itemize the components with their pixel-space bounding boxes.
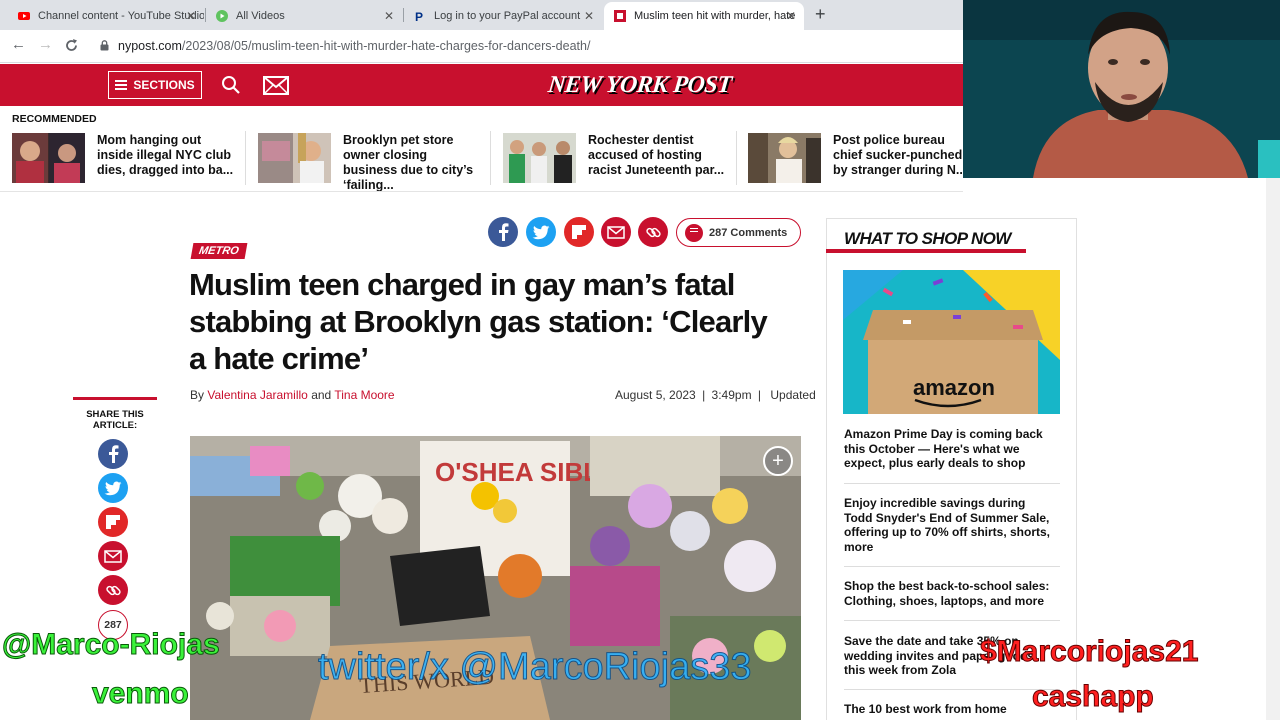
shop-link[interactable]: The 10 best work from home xyxy=(844,702,1054,717)
menu-icon xyxy=(115,80,128,90)
cashapp-handle-overlay: $Marcoriojas21 xyxy=(979,635,1199,669)
shop-title: WHAT TO SHOP NOW xyxy=(844,229,1011,248)
article-headline: Muslim teen charged in gay man’s fatal s… xyxy=(189,267,768,376)
recommended-headline: Post police bureau chief sucker-punched … xyxy=(833,133,967,177)
tab-title: Muslim teen hit with murder, hate xyxy=(634,10,796,22)
shop-link[interactable]: Enjoy incredible savings during Todd Sny… xyxy=(844,496,1054,554)
divider xyxy=(826,249,1026,253)
email-share-icon[interactable] xyxy=(601,217,631,247)
play-icon xyxy=(216,10,228,22)
dateline: August 5, 2023 | 3:49pm | Updated xyxy=(615,388,816,402)
recommended-item[interactable]: Rochester dentist accused of hosting rac… xyxy=(503,133,728,185)
sections-button[interactable]: SECTIONS xyxy=(108,71,202,99)
recommended-headline: Rochester dentist accused of hosting rac… xyxy=(588,133,725,177)
facebook-share-icon[interactable] xyxy=(488,217,518,247)
tab-nypost-article[interactable]: Muslim teen hit with murder, hate ✕ xyxy=(604,2,804,30)
divider xyxy=(844,620,1060,621)
divider xyxy=(73,397,157,400)
twitter-share-icon[interactable] xyxy=(526,217,556,247)
close-tab-icon[interactable]: ✕ xyxy=(786,9,796,23)
email-share-icon[interactable] xyxy=(98,541,128,571)
amazon-box-image: amazon xyxy=(843,270,1060,414)
newsletter-mail-icon[interactable] xyxy=(263,76,289,95)
page-scrollbar[interactable] xyxy=(1266,178,1280,720)
paypal-icon: P xyxy=(415,10,423,22)
byline-and: and xyxy=(311,388,332,402)
tab-title: Log in to your PayPal account xyxy=(434,10,581,22)
nypost-logo[interactable]: NEW YORK POST xyxy=(547,72,733,99)
comments-count-label: 287 Comments xyxy=(709,226,788,239)
reload-icon[interactable] xyxy=(64,38,79,53)
flipboard-share-icon[interactable] xyxy=(564,217,594,247)
tab-youtube-studio[interactable]: Channel content - YouTube Studio ✕ xyxy=(8,2,204,30)
forward-icon[interactable]: → xyxy=(38,36,53,53)
recommended-headline: Mom hanging out inside illegal NYC club … xyxy=(97,133,234,177)
twitter-share-icon[interactable] xyxy=(98,473,128,503)
divider xyxy=(0,191,963,192)
tab-title: All Videos xyxy=(236,10,285,22)
tab-title: Channel content - YouTube Studio xyxy=(38,10,204,22)
divider xyxy=(844,566,1060,567)
flipboard-share-icon[interactable] xyxy=(98,507,128,537)
recommended-thumbnail xyxy=(503,133,576,183)
divider xyxy=(490,131,491,185)
tab-paypal[interactable]: P Log in to your PayPal account ✕ xyxy=(404,2,602,30)
section-tag[interactable]: METRO xyxy=(190,243,248,259)
youtube-icon xyxy=(18,12,30,20)
cashapp-label-overlay: cashapp xyxy=(1032,680,1155,714)
byline-by: By xyxy=(190,388,205,402)
divider xyxy=(844,483,1060,484)
recommended-item[interactable]: Post police bureau chief sucker-punched … xyxy=(748,133,973,185)
publish-date: August 5, 2023 xyxy=(615,388,696,402)
url-host: nypost.com xyxy=(118,39,182,53)
share-article-label: SHARE THIS ARTICLE: xyxy=(86,409,144,431)
twitter-overlay: twitter/x @MarcoRiojas33 xyxy=(317,646,752,689)
copy-link-icon[interactable] xyxy=(98,575,128,605)
shop-image[interactable]: amazon xyxy=(843,270,1060,414)
expand-photo-icon[interactable]: + xyxy=(763,446,793,476)
recommended-headline: Brooklyn pet store owner closing busines… xyxy=(343,133,474,192)
screen: Channel content - YouTube Studio ✕ All V… xyxy=(0,0,1280,720)
shop-link[interactable]: Amazon Prime Day is coming back this Oct… xyxy=(844,427,1054,471)
recommended-thumbnail xyxy=(748,133,821,183)
publish-time: 3:49pm xyxy=(711,388,752,402)
facebook-share-icon[interactable] xyxy=(98,439,128,469)
comments-button[interactable]: 287 Comments xyxy=(676,218,801,247)
byline: By Valentina Jaramillo and Tina Moore xyxy=(190,388,395,402)
divider xyxy=(844,689,1060,690)
recommended-item[interactable]: Brooklyn pet store owner closing busines… xyxy=(258,133,483,192)
tab-all-videos[interactable]: All Videos ✕ xyxy=(206,2,402,30)
nypost-icon xyxy=(614,10,626,22)
author-link[interactable]: Tina Moore xyxy=(334,388,394,402)
recommended-item[interactable]: Mom hanging out inside illegal NYC club … xyxy=(12,133,237,185)
close-tab-icon[interactable]: ✕ xyxy=(384,9,394,23)
divider xyxy=(736,131,737,185)
lock-icon[interactable] xyxy=(100,40,109,51)
search-icon[interactable] xyxy=(221,75,241,95)
streamer-video xyxy=(963,0,1280,178)
venmo-label-overlay: venmo xyxy=(92,677,190,711)
shop-link[interactable]: Shop the best back-to-school sales: Clot… xyxy=(844,579,1054,608)
author-link[interactable]: Valentina Jaramillo xyxy=(207,388,308,402)
back-icon[interactable]: ← xyxy=(11,36,26,53)
webcam-overlay xyxy=(963,0,1280,178)
recommended-thumbnail xyxy=(12,133,85,183)
svg-text:P: P xyxy=(415,10,423,22)
new-tab-icon[interactable]: + xyxy=(815,4,826,25)
recommended-thumbnail xyxy=(258,133,331,183)
close-tab-icon[interactable]: ✕ xyxy=(186,9,196,23)
recommended-label: RECOMMENDED xyxy=(12,113,97,125)
amazon-wordmark: amazon xyxy=(913,375,995,400)
sections-label: SECTIONS xyxy=(133,78,195,92)
venmo-handle-overlay: @Marco-Riojas xyxy=(2,628,221,662)
copy-link-icon[interactable] xyxy=(638,217,668,247)
comment-bubble-icon xyxy=(685,223,703,242)
url-path: /2023/08/05/muslim-teen-hit-with-murder-… xyxy=(181,39,591,53)
updated-label: Updated xyxy=(770,388,816,402)
divider xyxy=(245,131,246,185)
url-field[interactable]: nypost.com/2023/08/05/muslim-teen-hit-wi… xyxy=(118,39,590,53)
close-tab-icon[interactable]: ✕ xyxy=(584,9,594,23)
